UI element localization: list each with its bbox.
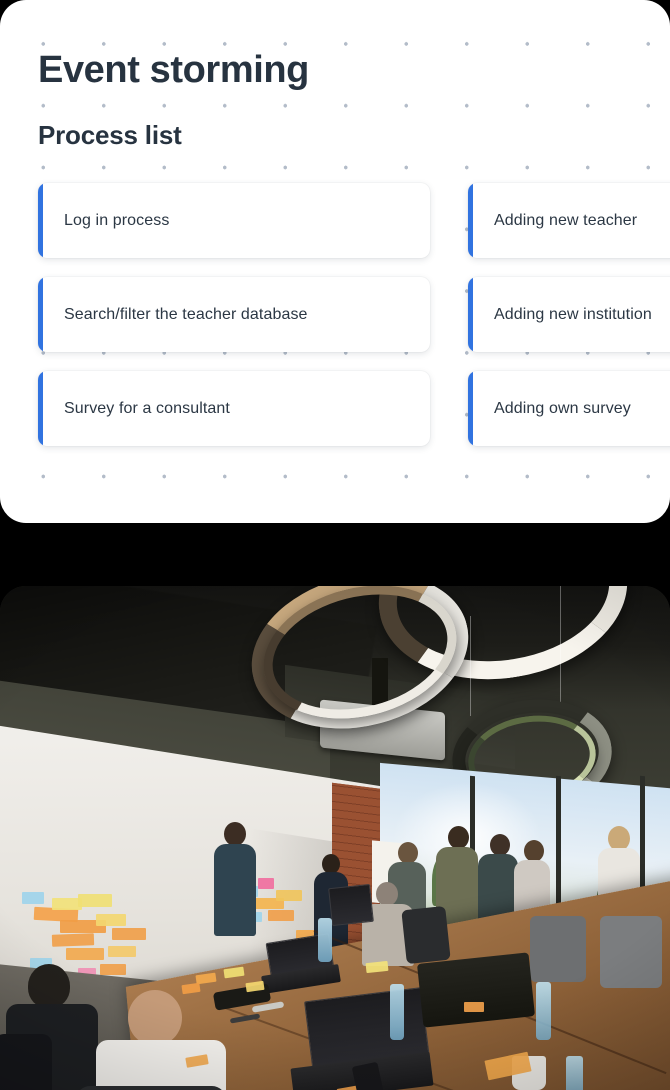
photo-person-seated [96, 1040, 226, 1090]
process-column-right: Adding new teacher Adding new institutio… [468, 183, 670, 465]
photo-person-head [28, 964, 70, 1008]
photo-water-bottle [318, 918, 332, 962]
process-card-adding-new-teacher[interactable]: Adding new teacher [468, 183, 670, 258]
photo-sticky-note [51, 933, 95, 947]
photo-sticky-note [100, 964, 126, 975]
page-title: Event storming [38, 49, 309, 91]
photo-sticky-note [464, 1002, 484, 1012]
photo-water-bottle [536, 982, 551, 1040]
photo-sticky-note [108, 946, 136, 957]
photo-sticky-note [258, 878, 274, 889]
photo-office-chair [530, 916, 586, 982]
process-card-label: Search/filter the teacher database [64, 305, 308, 323]
photo-sticky-note [96, 914, 126, 926]
process-card-label: Adding own survey [494, 399, 631, 417]
process-card-label: Adding new institution [494, 305, 652, 323]
photo-sticky-note [276, 890, 302, 901]
photo-person-head [524, 840, 544, 862]
photo-person-presenter [214, 844, 256, 936]
photo-sticky-note [268, 910, 294, 921]
section-title-process-list: Process list [38, 120, 182, 150]
photo-sticky-note [22, 892, 44, 904]
photo-water-bottle [390, 984, 404, 1040]
process-card-label: Adding new teacher [494, 211, 638, 229]
process-card-search-filter-teacher-database[interactable]: Search/filter the teacher database [38, 277, 430, 352]
process-card-adding-new-institution[interactable]: Adding new institution [468, 277, 670, 352]
process-column-left: Log in process Search/filter the teacher… [38, 183, 430, 465]
workshop-photo: WSiP [0, 586, 670, 1090]
workshop-photo-scene [0, 586, 670, 1090]
photo-sticky-note [78, 894, 112, 907]
event-storming-board-panel: Event storming Process list Log in proce… [0, 0, 670, 523]
photo-office-chair [600, 916, 662, 988]
photo-person-head [376, 882, 398, 906]
process-card-survey-for-a-consultant[interactable]: Survey for a consultant [38, 371, 430, 446]
photo-person-head [398, 842, 418, 864]
photo-person-head [490, 834, 510, 856]
photo-office-chair [0, 1034, 52, 1090]
process-card-adding-own-survey[interactable]: Adding own survey [468, 371, 670, 446]
photo-person-head [224, 822, 246, 846]
process-card-label: Log in process [64, 211, 170, 229]
photo-office-chair [76, 1086, 226, 1090]
photo-sticky-note [112, 928, 146, 940]
photo-light-wire [470, 616, 471, 716]
photo-water-bottle [566, 1056, 583, 1090]
photo-bag [416, 952, 536, 1028]
screenshot-root: Event storming Process list Log in proce… [0, 0, 670, 1090]
photo-person-head [322, 854, 340, 874]
photo-light-wire [560, 586, 561, 714]
photo-sticky-note [66, 948, 104, 960]
photo-laptop-screen [328, 883, 374, 927]
process-card-log-in-process[interactable]: Log in process [38, 183, 430, 258]
photo-office-chair [401, 905, 451, 965]
photo-person-head [448, 826, 469, 849]
process-card-label: Survey for a consultant [64, 399, 230, 417]
photo-person-head [128, 990, 182, 1046]
